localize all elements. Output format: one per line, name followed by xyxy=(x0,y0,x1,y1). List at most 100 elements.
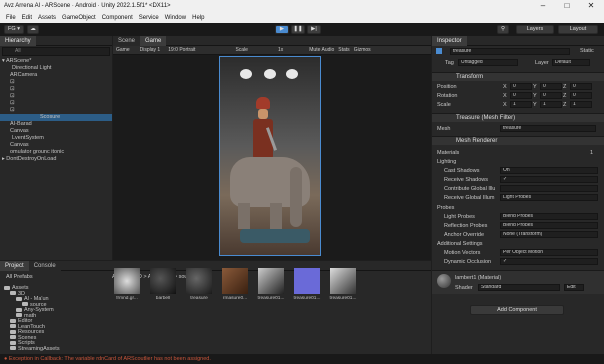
asset-thumbnail[interactable] xyxy=(186,268,212,294)
hierarchy-item[interactable]: ⊡ xyxy=(0,86,112,93)
additional-settings-foldout[interactable]: Additional Settings xyxy=(437,241,483,247)
layer-dropdown[interactable]: Default xyxy=(552,59,590,66)
hierarchy-item[interactable]: Scosure xyxy=(0,114,112,121)
property-value[interactable]: Light Probes xyxy=(500,194,598,201)
close-button[interactable]: ✕ xyxy=(580,0,602,12)
stats-toggle[interactable]: Stats xyxy=(338,47,349,53)
menu-service[interactable]: Service xyxy=(139,15,159,21)
status-message[interactable]: Exception in Callback: The variable rdnC… xyxy=(9,356,211,362)
tab-project[interactable]: Project xyxy=(0,260,29,271)
favorites-all-prefabs[interactable]: All Prefabs xyxy=(6,274,33,280)
hierarchy-item[interactable]: Canvas xyxy=(0,128,112,135)
maximize-button[interactable]: □ xyxy=(556,0,578,12)
transform-x-field[interactable]: 0 xyxy=(510,92,532,99)
property-value[interactable]: On xyxy=(500,167,598,174)
asset-thumbnail[interactable] xyxy=(330,268,356,294)
materials-foldout[interactable]: Materials xyxy=(437,150,459,156)
object-name-field[interactable]: treasure xyxy=(450,48,570,55)
folder-icon xyxy=(10,329,16,334)
layout-dropdown[interactable]: Layout xyxy=(558,25,598,34)
hierarchy-item[interactable]: LventSystem xyxy=(0,135,112,142)
transform-y-field[interactable]: 0 xyxy=(540,92,562,99)
project-folder[interactable]: StreamingAssets xyxy=(10,346,60,352)
property-value[interactable]: Per Object Motion xyxy=(500,249,598,256)
tab-hierarchy[interactable]: Hierarchy xyxy=(0,35,36,46)
transform-x-field[interactable]: 1 xyxy=(510,101,532,108)
layers-dropdown[interactable]: Layers xyxy=(516,25,554,34)
transform-z-field[interactable]: 0 xyxy=(570,83,592,90)
menu-file[interactable]: File xyxy=(6,15,16,21)
hierarchy-item[interactable]: AI-Barad xyxy=(0,121,112,128)
project-panel xyxy=(0,261,431,354)
hierarchy-item[interactable]: ARCamera xyxy=(0,72,112,79)
hierarchy-item[interactable]: ▸ DontDestroyOnLoad xyxy=(0,156,112,163)
property-value[interactable]: Blend Probes xyxy=(500,213,598,220)
menu-assets[interactable]: Assets xyxy=(38,15,56,21)
transform-header[interactable]: Transform xyxy=(432,72,604,81)
menu-window[interactable]: Window xyxy=(165,15,186,21)
pause-button[interactable]: ❚❚ xyxy=(291,25,305,34)
asset-thumbnail[interactable] xyxy=(222,268,248,294)
asset-thumbnail[interactable] xyxy=(258,268,284,294)
tab-inspector[interactable]: Inspector xyxy=(432,35,467,46)
mesh-filter-header[interactable]: Treasure (Mesh Filter) xyxy=(432,113,604,122)
static-toggle[interactable]: Static xyxy=(580,48,594,54)
minimize-button[interactable]: – xyxy=(532,0,554,12)
menu-component[interactable]: Component xyxy=(102,15,133,21)
mute-audio-toggle[interactable]: Mute Audio xyxy=(309,47,334,53)
hierarchy-item[interactable]: ⊡ xyxy=(0,107,112,114)
asset-thumbnail[interactable] xyxy=(150,268,176,294)
mesh-renderer-header[interactable]: Mesh Renderer xyxy=(432,136,604,145)
hierarchy-item[interactable]: Directional Light xyxy=(0,65,112,72)
shader-edit-button[interactable]: Edit xyxy=(564,284,584,291)
menu-help[interactable]: Help xyxy=(192,15,204,21)
aspect-dropdown[interactable]: 19:0 Portrait xyxy=(168,47,195,53)
game-dropdown[interactable]: Game xyxy=(116,47,130,53)
property-value[interactable]: ✓ xyxy=(500,258,598,265)
asset-thumbnail[interactable] xyxy=(294,268,320,294)
marker-icon xyxy=(240,69,252,79)
layer-label: Layer xyxy=(535,60,549,66)
menu-gameobject[interactable]: GameObject xyxy=(62,15,96,21)
transform-y-field[interactable]: 0 xyxy=(540,83,562,90)
lighting-foldout[interactable]: Lighting xyxy=(437,159,456,165)
shader-dropdown[interactable]: Standard xyxy=(478,284,560,291)
tab-console[interactable]: Console xyxy=(28,260,61,271)
hierarchy-item[interactable]: ⊡ xyxy=(0,79,112,86)
game-viewport[interactable] xyxy=(219,56,321,256)
property-label: Reflection Probes xyxy=(444,223,488,229)
material-name: lambert1 (Material) xyxy=(455,275,502,281)
hierarchy-item[interactable]: omulator grounc itonic xyxy=(0,149,112,156)
hierarchy-item[interactable]: ⊡ xyxy=(0,93,112,100)
add-component-button[interactable]: Add Component xyxy=(470,305,564,315)
hierarchy-item[interactable]: ▾ ARScene* xyxy=(0,58,112,65)
asset-thumbnail[interactable] xyxy=(114,268,140,294)
probes-foldout[interactable]: Probes xyxy=(437,205,454,211)
hierarchy-item[interactable]: Canvas xyxy=(0,142,112,149)
transform-z-field[interactable]: 0 xyxy=(570,92,592,99)
shader-label: Shader xyxy=(455,285,473,291)
mesh-field[interactable]: treasure xyxy=(500,125,596,132)
hierarchy-search-input[interactable]: All xyxy=(2,47,110,56)
transform-z-field[interactable]: 1 xyxy=(570,101,592,108)
property-value[interactable]: Blend Probes xyxy=(500,222,598,229)
tag-dropdown[interactable]: Untagged xyxy=(458,59,518,66)
tab-game[interactable]: Game xyxy=(140,35,167,46)
account-dropdown[interactable]: FG ▾ xyxy=(4,25,24,34)
property-value[interactable]: None (Transform) xyxy=(500,231,598,238)
search-icon[interactable]: ⚲ xyxy=(497,25,509,34)
tab-scene[interactable]: Scene xyxy=(113,35,141,46)
menu-edit[interactable]: Edit xyxy=(22,15,32,21)
property-label: Motion Vectors xyxy=(444,250,481,256)
transform-y-field[interactable]: 1 xyxy=(540,101,562,108)
property-value[interactable] xyxy=(500,185,598,192)
scale-value[interactable]: 1x xyxy=(278,47,283,53)
step-button[interactable]: ▶| xyxy=(307,25,321,34)
gizmos-toggle[interactable]: Gizmos xyxy=(354,47,371,53)
transform-x-field[interactable]: 0 xyxy=(510,83,532,90)
play-button[interactable]: ▶ xyxy=(275,25,289,34)
cloud-icon[interactable]: ☁ xyxy=(27,25,39,34)
hierarchy-item[interactable]: ⊡ xyxy=(0,100,112,107)
display-dropdown[interactable]: Display 1 xyxy=(140,47,161,53)
property-value[interactable]: ✓ xyxy=(500,176,598,183)
